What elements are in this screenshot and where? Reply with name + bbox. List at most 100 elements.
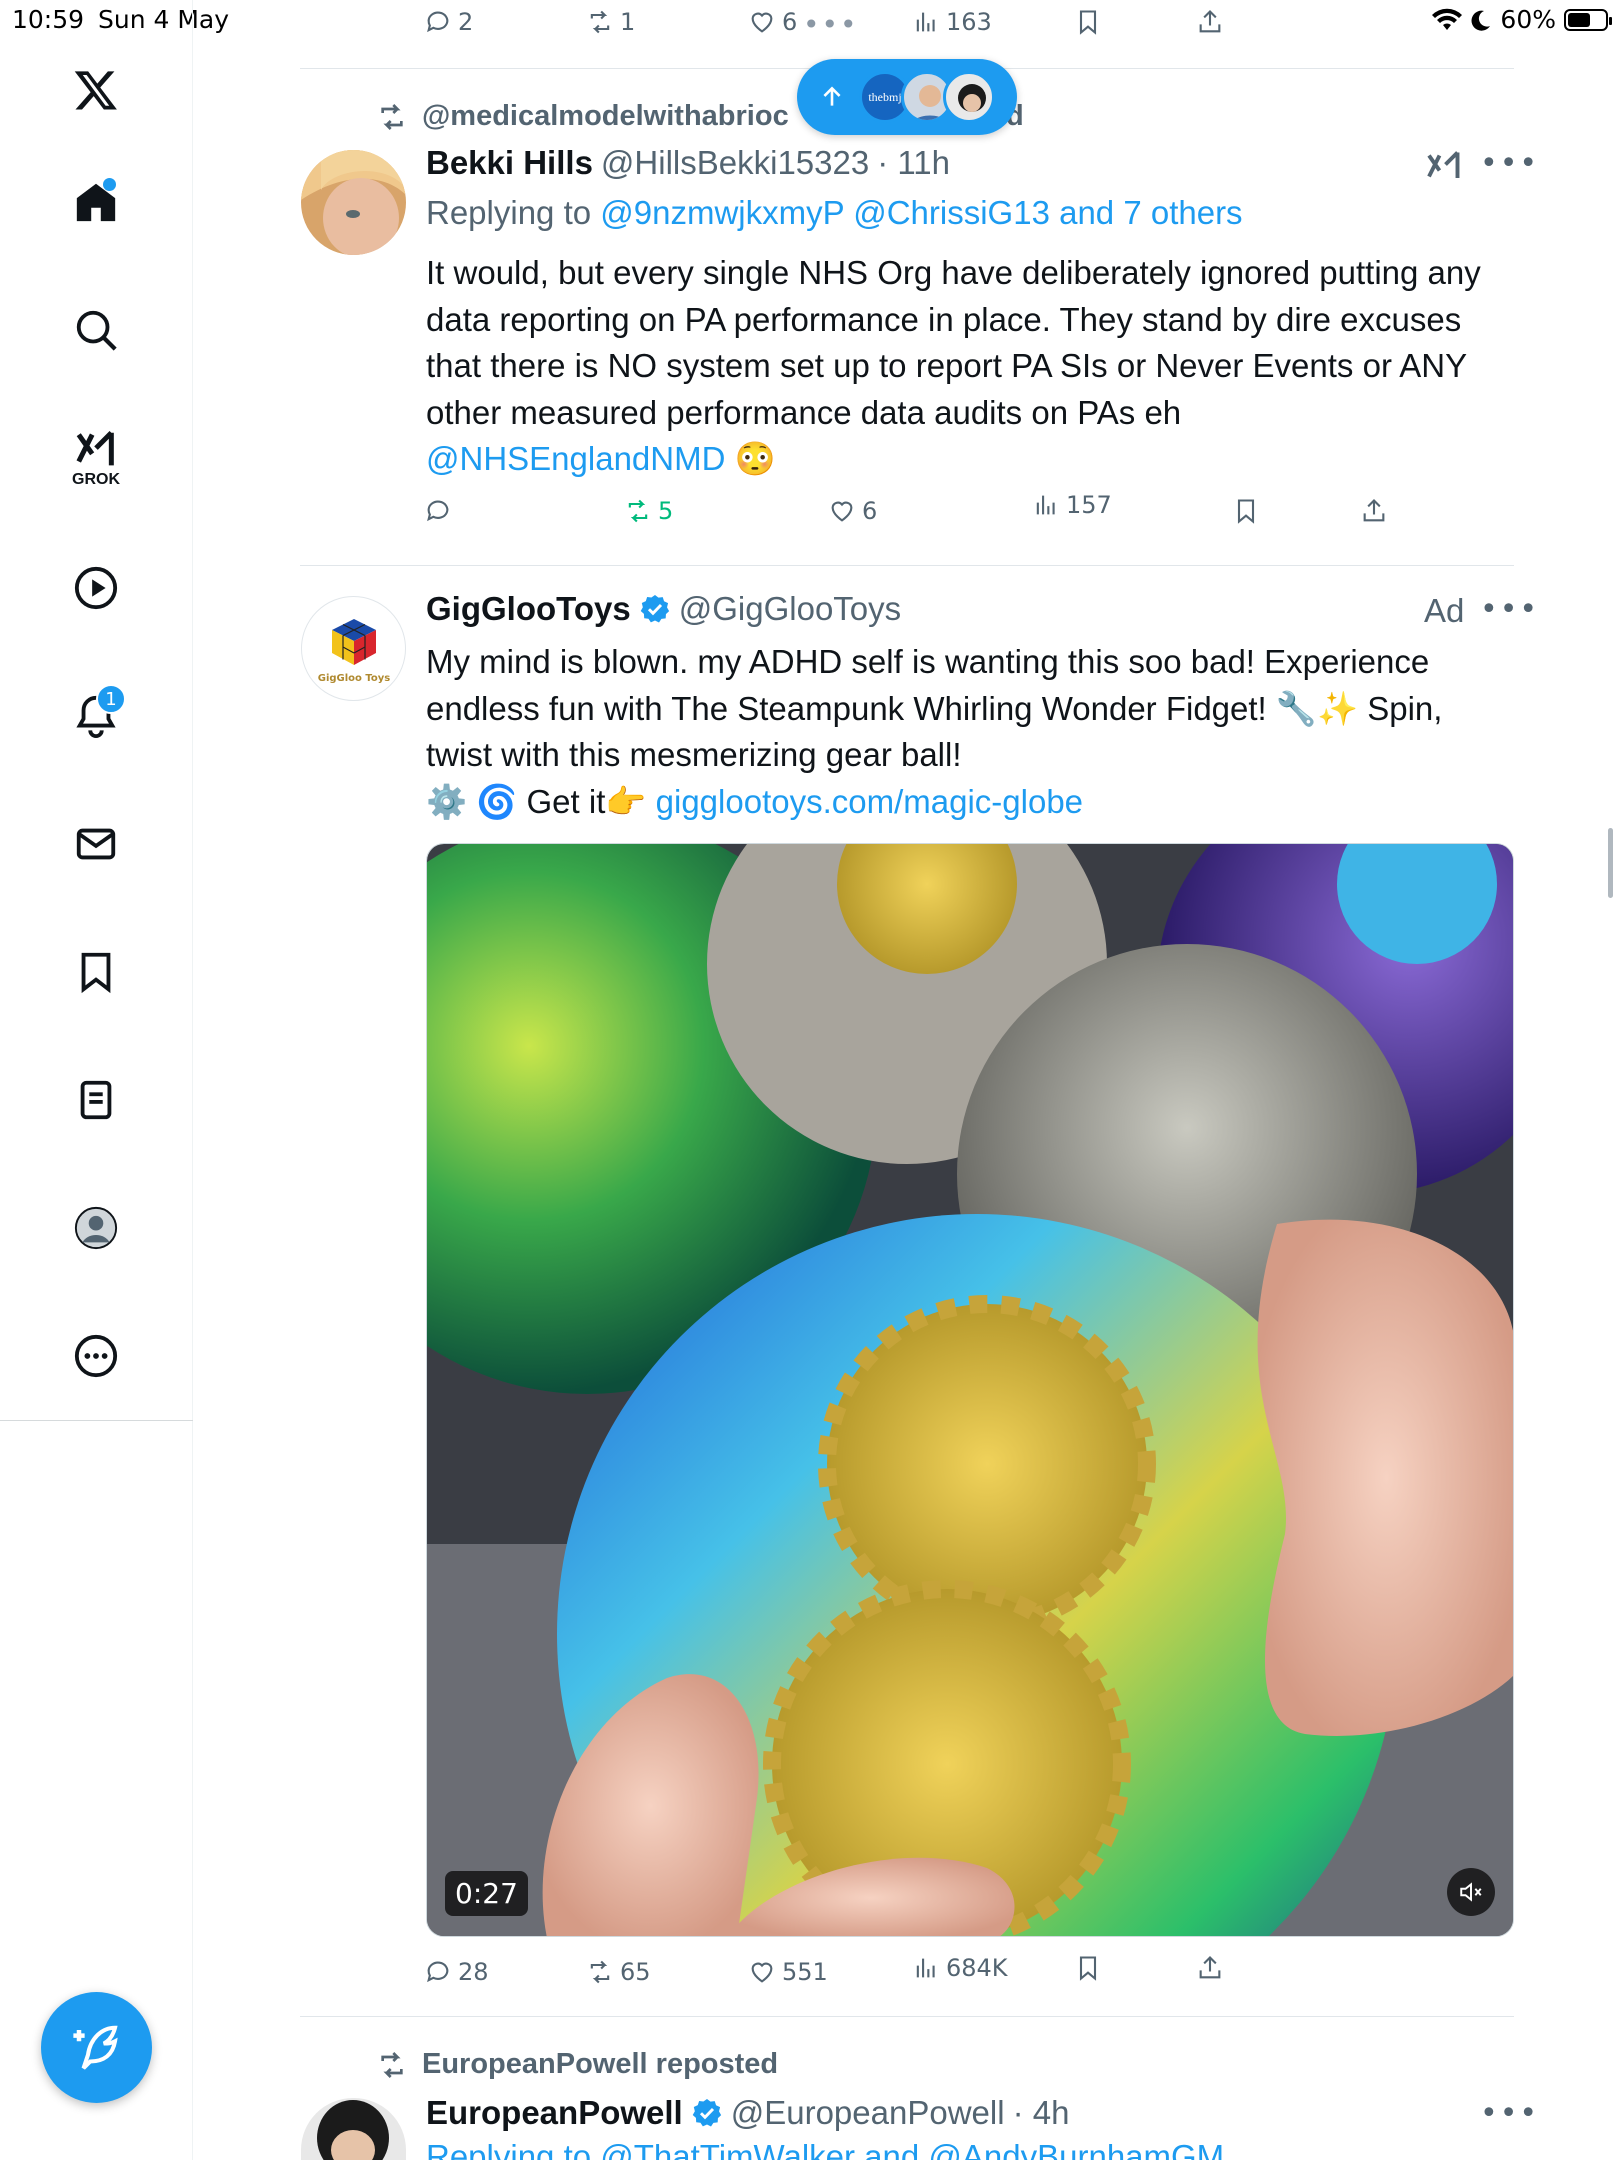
mail-icon [76, 828, 116, 860]
tweet1-avatar[interactable] [301, 150, 406, 255]
like-count: 6 [782, 8, 798, 36]
compose-button[interactable] [41, 1992, 152, 2103]
nav-video[interactable] [56, 548, 136, 628]
repost-button[interactable]: 65 [586, 1958, 651, 1986]
grok-label: GROK [72, 471, 120, 488]
divider [300, 565, 1514, 566]
like-button[interactable]: 551 [748, 1958, 828, 1986]
grok-icon [76, 430, 114, 466]
repost-icon [628, 499, 648, 523]
tweet2-video[interactable]: 0:27 [426, 843, 1514, 1937]
reply-icon [427, 11, 449, 33]
rubiks-cube-logo: GigGloo Toys [318, 619, 390, 684]
bookmark-button[interactable] [1232, 497, 1260, 525]
tweet3-more-icon[interactable]: ••• [1480, 2096, 1539, 2131]
reply-count: 28 [458, 1958, 489, 1986]
x-logo-icon[interactable] [56, 50, 136, 130]
views-count: 684K [946, 1954, 1008, 1982]
repost-button[interactable]: 1 [586, 8, 635, 36]
sidebar-divider [0, 1420, 193, 1421]
nav-more[interactable] [56, 1316, 136, 1396]
verified-badge-icon [640, 595, 669, 623]
tweet3-reply-clip: Replying to @ThatTimWalker and @AndyBurn… [426, 2138, 1426, 2160]
verified-badge-icon [692, 2099, 721, 2127]
tweet1-reply-to: Replying to @9nzmwjkxmyP @ChrissiG13 and… [426, 194, 1243, 232]
tweet1-time[interactable]: · 11h [877, 144, 950, 182]
tweet2-more-icon[interactable]: ••• [1480, 592, 1539, 627]
tweet1-repost-line: @medicalmodelwithabrioc [376, 100, 789, 133]
share-button[interactable] [1360, 497, 1388, 525]
nav-search[interactable] [56, 290, 136, 370]
share-icon [1199, 1956, 1221, 1979]
tweet2-handle[interactable]: @GigGlooToys [679, 590, 901, 628]
repost-count: 65 [620, 1958, 651, 1986]
tweet3-handle[interactable]: @EuropeanPowell [731, 2094, 1005, 2132]
profile-icon [74, 1206, 118, 1250]
repost-icon [590, 1960, 610, 1984]
more-dots-icon[interactable]: ••• [803, 8, 859, 41]
nav-home[interactable] [56, 162, 136, 242]
tweet3-repost-label[interactable]: EuropeanPowell reposted [422, 2048, 778, 2081]
nav-messages[interactable] [56, 804, 136, 884]
share-icon [1363, 499, 1385, 522]
tweet3-header: EuropeanPowell @EuropeanPowell · 4h [426, 2094, 1069, 2132]
ad-label: Ad [1424, 592, 1465, 629]
views-button[interactable]: 163 [912, 8, 992, 36]
tweet1-handle[interactable]: @HillsBekki15323 [601, 144, 869, 182]
reply-icon [427, 1961, 449, 1983]
tweet3-reply-to[interactable]: Replying to @ThatTimWalker and @AndyBurn… [426, 2138, 1224, 2160]
reply-button[interactable] [424, 497, 452, 525]
bookmark-button[interactable] [1074, 1954, 1102, 1982]
video-play-icon [74, 566, 118, 610]
reply-button[interactable]: 28 [424, 1958, 489, 1986]
like-count: 551 [782, 1958, 828, 1986]
tweet1-mention[interactable]: @NHSEnglandNMD [426, 440, 725, 477]
like-button[interactable]: 6 [828, 497, 877, 525]
divider [300, 2016, 1514, 2017]
nav-grok[interactable]: GROK [56, 418, 136, 498]
reply-prefix: Replying to [426, 194, 592, 231]
tweet2-author-name[interactable]: GigGlooToys [426, 590, 631, 628]
heart-icon [831, 501, 853, 522]
reply-targets-link[interactable]: @9nzmwjkxmyP @ChrissiG13 and 7 others [600, 194, 1242, 231]
tweet1-repost-label[interactable]: @medicalmodelwithabrioc [422, 100, 789, 133]
nav-bookmarks[interactable] [56, 932, 136, 1012]
reply-count: 2 [458, 8, 474, 36]
more-icon [74, 1334, 118, 1378]
tweet1-actions: 5 6 157 [424, 491, 1514, 537]
tweet2-link[interactable]: gigglootoys.com/magic-globe [656, 783, 1083, 820]
video-duration: 0:27 [445, 1871, 528, 1916]
tweet1-emoji: 😳 [734, 440, 776, 477]
tweet3-avatar[interactable] [301, 2098, 406, 2160]
tweet1-header: Bekki Hills @HillsBekki15323 · 11h [426, 144, 950, 182]
scroll-indicator[interactable] [1608, 828, 1613, 898]
search-icon [76, 310, 117, 351]
repost-count: 5 [658, 497, 674, 525]
tweet3-repost-line: EuropeanPowell reposted [376, 2048, 778, 2081]
tweet1-more-icon[interactable]: ••• [1480, 146, 1539, 181]
tweet2-avatar[interactable]: GigGloo Toys [301, 596, 406, 701]
nav-notifications[interactable]: 1 [56, 676, 136, 756]
share-button[interactable] [1196, 8, 1224, 36]
arrow-up-icon [823, 86, 841, 106]
tweet3-author-name[interactable]: EuropeanPowell [426, 2094, 683, 2132]
share-button[interactable] [1196, 1954, 1224, 1982]
views-button[interactable]: 684K [912, 1954, 1008, 1982]
nav-profile[interactable] [56, 1188, 136, 1268]
repost-button[interactable]: 5 [624, 497, 673, 525]
tweet1-author-name[interactable]: Bekki Hills [426, 144, 593, 182]
new-posts-pill[interactable]: thebmj [797, 59, 1017, 135]
reply-button[interactable]: 2 [424, 8, 473, 36]
views-icon [916, 1958, 935, 1978]
repost-icon [381, 2051, 403, 2078]
tweet3-time[interactable]: · 4h [1013, 2094, 1070, 2132]
bookmark-button[interactable] [1074, 8, 1102, 36]
views-button[interactable]: 157 [1032, 491, 1112, 519]
notifications-badge: 1 [96, 684, 126, 714]
mute-button[interactable] [1447, 1868, 1495, 1916]
like-button[interactable]: 6 [748, 8, 797, 36]
video-thumbnail [427, 844, 1513, 1936]
grok-icon[interactable] [1426, 148, 1462, 184]
nav-lists[interactable] [56, 1060, 136, 1140]
tweet1-text: It would, but every single NHS Org have … [426, 250, 1516, 483]
